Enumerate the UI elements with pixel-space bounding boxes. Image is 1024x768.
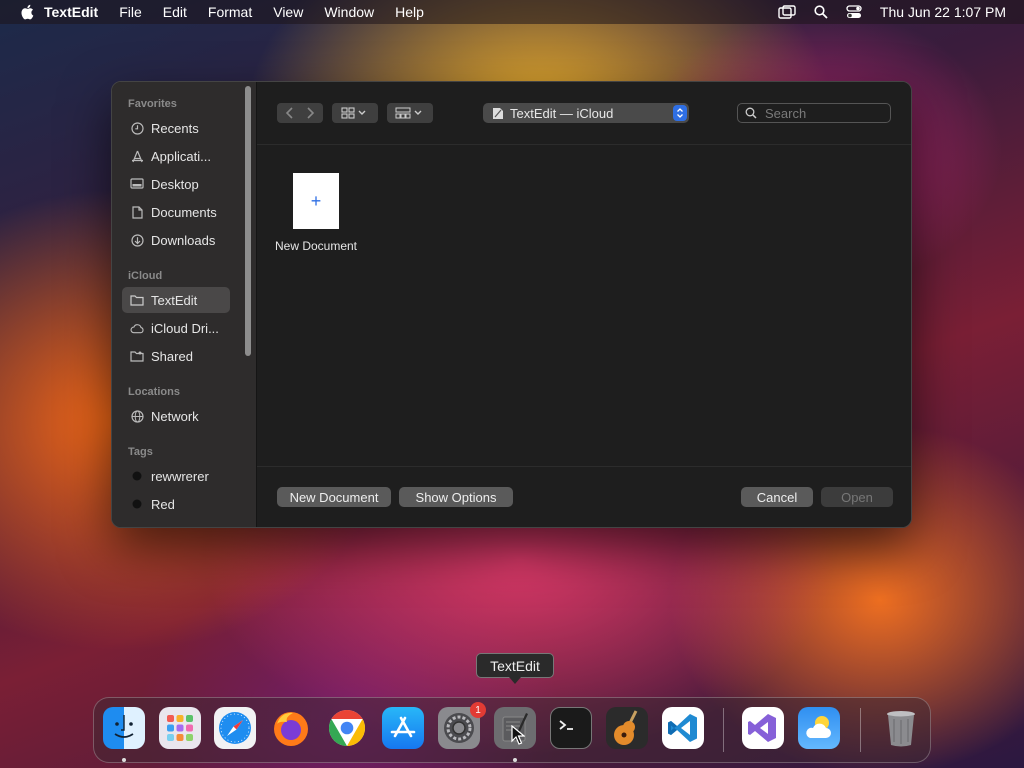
dock-garageband-icon[interactable] [606,707,648,749]
dock-launchpad-icon[interactable] [159,707,201,749]
sidebar-section-icloud: iCloud [128,270,163,282]
dialog-sidebar: Favorites Recents Applicati... Desktop D… [112,82,256,527]
menu-edit[interactable]: Edit [163,4,187,20]
dock-finder-icon[interactable] [103,707,145,749]
view-mode-button[interactable] [332,103,378,123]
textedit-doc-icon [493,107,503,119]
new-document-button[interactable]: New Document [277,487,391,507]
group-by-button[interactable] [387,103,433,123]
show-options-button[interactable]: Show Options [399,487,513,507]
sidebar-item-label: Desktop [151,176,199,192]
dock-tooltip: TextEdit [476,653,554,678]
dialog-main: TextEdit — iCloud + New Document New Doc… [256,82,911,527]
sidebar-item-label: Documents [151,204,217,220]
dock-chrome-icon[interactable] [326,707,368,749]
dock-running-indicator [513,758,517,762]
sidebar-item-desktop[interactable]: Desktop [122,171,230,197]
sidebar-item-label: TextEdit [151,292,198,308]
cancel-button[interactable]: Cancel [741,487,813,507]
sidebar-item-label: Recents [151,120,199,136]
sidebar-item-label: Downloads [151,232,216,248]
sidebar-item-applications[interactable]: Applicati... [122,143,230,169]
sidebar-item-recents[interactable]: Recents [122,115,230,141]
popup-stepper-icon [673,105,687,121]
dialog-bottom-bar: New Document Show Options Cancel Open [257,466,911,527]
dock-tooltip-tail [509,677,521,684]
sidebar-item-tag-rewwrerer[interactable]: rewwrerer [122,463,230,489]
sidebar-section-tags: Tags [128,446,153,458]
sidebar-section-locations: Locations [128,386,180,398]
sidebar-item-label: Applicati... [151,148,211,164]
menu-file[interactable]: File [119,4,142,20]
chevron-left-icon[interactable] [280,106,300,120]
dock-weather-icon[interactable] [798,707,840,749]
dock-app-store-icon[interactable] [382,707,424,749]
back-forward-buttons[interactable] [277,103,323,123]
sidebar-item-label: rewwrerer [151,468,209,484]
dock-trash-icon[interactable] [880,707,922,749]
sidebar-item-label: Red [151,496,175,512]
sidebar-item-documents[interactable]: Documents [122,199,230,225]
sidebar-scrollbar[interactable] [245,86,251,356]
sidebar-item-network[interactable]: Network [122,403,230,429]
control-center-icon[interactable] [846,5,862,19]
mouse-pointer-icon [511,725,525,745]
menubar-clock[interactable]: Thu Jun 22 1:07 PM [880,4,1006,20]
download-icon [130,233,144,247]
sidebar-item-label: Network [151,408,199,424]
plus-icon: + [310,190,322,211]
dock-firefox-icon[interactable] [270,707,312,749]
sidebar-item-textedit[interactable]: TextEdit [122,287,230,313]
group-grid-icon [395,107,411,119]
open-file-dialog: Favorites Recents Applicati... Desktop D… [111,81,912,528]
shared-folder-icon [130,349,144,363]
tag-dot-icon [130,469,144,483]
search-icon [745,107,757,119]
search-field[interactable] [737,103,891,123]
menu-app-name[interactable]: TextEdit [44,4,98,20]
dock-separator [860,708,861,752]
desktop-icon [130,177,144,191]
sidebar-section-favorites: Favorites [128,98,177,110]
chevron-down-icon [414,110,422,115]
sidebar-item-downloads[interactable]: Downloads [122,227,230,253]
search-input[interactable] [763,104,887,122]
folder-icon [130,293,144,307]
dock-running-indicator [122,758,126,762]
sidebar-item-shared[interactable]: Shared [122,343,230,369]
tag-dot-icon [130,497,144,511]
document-icon [130,205,144,219]
location-popup[interactable]: TextEdit — iCloud [483,103,689,123]
menu-view[interactable]: View [273,4,303,20]
open-button[interactable]: Open [821,487,893,507]
notification-badge: 1 [470,702,486,718]
new-document-thumbnail[interactable]: + [293,173,339,229]
sidebar-item-tag-red[interactable]: Red [122,491,230,517]
menu-format[interactable]: Format [208,4,252,20]
dock-separator [723,708,724,752]
sidebar-item-icloud-drive[interactable]: iCloud Dri... [122,315,230,341]
dock-visual-studio-icon[interactable] [742,707,784,749]
menu-window[interactable]: Window [324,4,374,20]
screen-mirroring-icon[interactable] [778,5,796,19]
clock-icon [130,121,144,135]
dock-terminal-icon[interactable] [550,707,592,749]
spotlight-search-icon[interactable] [814,5,828,19]
applications-icon [130,149,144,163]
location-label: TextEdit — iCloud [510,105,614,121]
sidebar-item-label: Shared [151,348,193,364]
chevron-right-icon[interactable] [300,106,320,120]
menu-bar: TextEdit File Edit Format View Window He… [0,0,1024,24]
grid-view-icon [341,107,355,119]
sidebar-item-label: iCloud Dri... [151,320,219,336]
cloud-icon [130,321,144,335]
dialog-toolbar: TextEdit — iCloud [257,82,911,145]
dock-safari-icon[interactable] [214,707,256,749]
chevron-down-icon [358,110,366,115]
new-document-label[interactable]: New Document [257,239,375,253]
network-icon [130,409,144,423]
apple-logo-icon[interactable] [20,4,34,20]
dock-vscode-icon[interactable] [662,707,704,749]
menu-help[interactable]: Help [395,4,424,20]
